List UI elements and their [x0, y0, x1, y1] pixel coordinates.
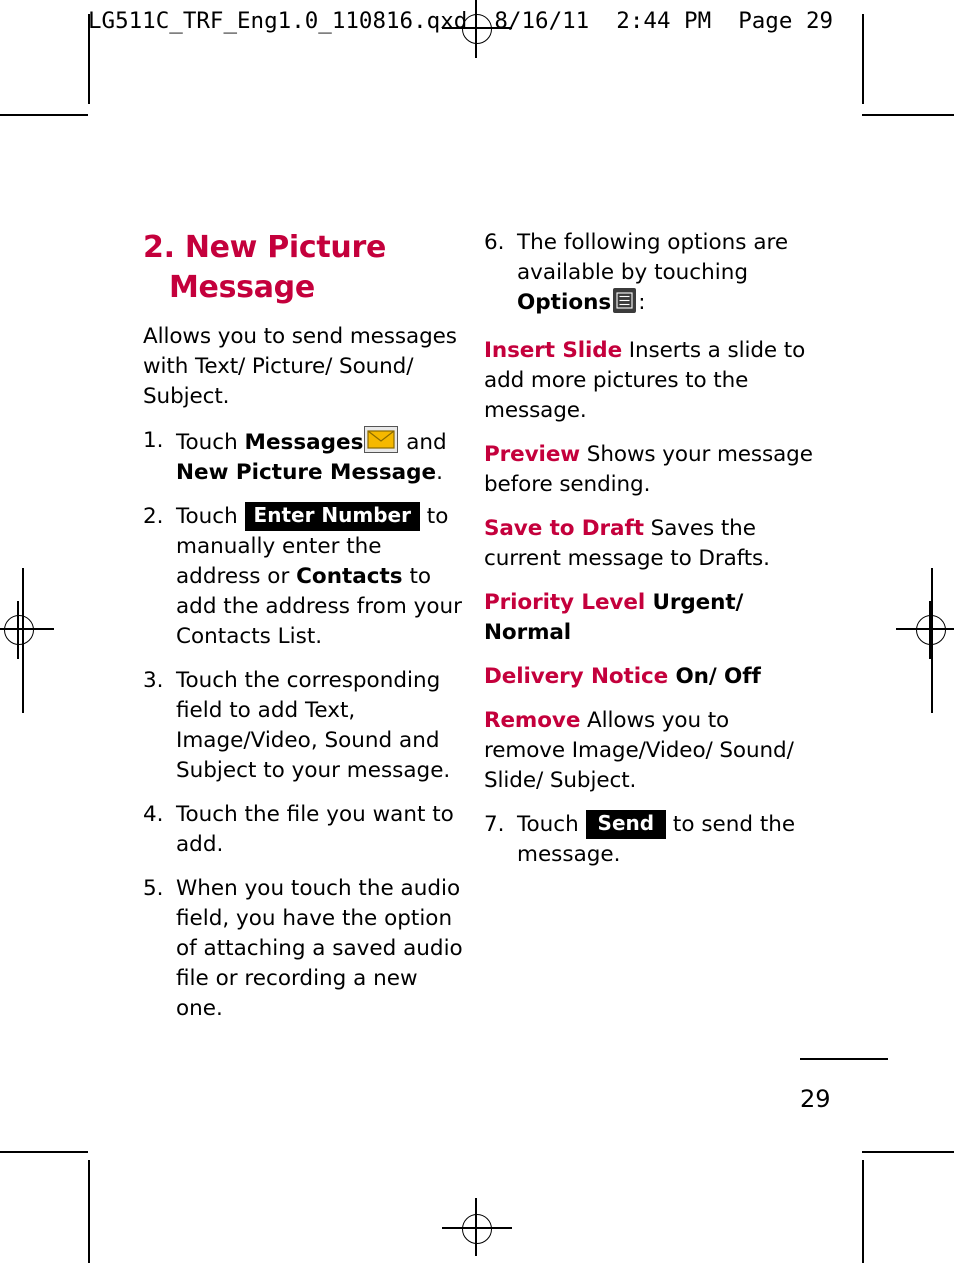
crop-mark-top-right-vertical: [862, 14, 864, 104]
send-button[interactable]: Send: [585, 810, 667, 839]
step-text-post: :: [638, 290, 646, 315]
step-text-pre: Touch: [176, 504, 245, 529]
registration-cross-right-horizontal: [896, 628, 954, 630]
step-bold-options: Options: [517, 290, 612, 315]
step-text-post: .: [436, 460, 443, 485]
registration-cross-left-horizontal: [0, 628, 54, 630]
crop-mark-right-bottom-horizontal: [862, 1151, 954, 1153]
section-heading-line1: 2. New Picture: [143, 230, 387, 265]
left-text-column: 2. New Picture Message Allows you to sen…: [143, 228, 463, 1038]
option-desc: On/ Off: [668, 664, 761, 689]
option-delivery-notice: Delivery Notice On/ Off: [484, 662, 814, 692]
list-item: 3. Touch the corresponding field to add …: [143, 666, 463, 786]
option-insert-slide: Insert Slide Inserts a slide to add more…: [484, 336, 814, 426]
registration-mark-top: [462, 14, 492, 44]
list-menu-icon: [613, 288, 637, 313]
registration-cross-left-vertical: [17, 601, 19, 659]
section-intro: Allows you to send messages with Text/ P…: [143, 324, 457, 409]
list-item: 5. When you touch the audio field, you h…: [143, 874, 463, 1024]
step-number: 1.: [143, 428, 164, 453]
option-preview: Preview Shows your message before sendin…: [484, 440, 814, 500]
step-text-pre: Touch: [176, 430, 245, 455]
list-item: 4. Touch the file you want to add.: [143, 800, 463, 860]
option-term: Preview: [484, 442, 581, 467]
step-text: When you touch the audio field, you have…: [176, 876, 463, 1021]
step-number: 3.: [143, 668, 164, 693]
registration-cross-bottom-horizontal: [442, 1227, 512, 1229]
step-text-pre: Touch: [517, 812, 586, 837]
step-number: 4.: [143, 802, 164, 827]
list-item: 1. Touch Messages and New Picture Messag…: [143, 426, 463, 488]
document-page: LG511C_TRF_Eng1.0_110816.qxd 8/16/11 2:4…: [0, 0, 954, 1263]
section-heading-line2: Message: [169, 270, 315, 305]
crop-mark-top-left-vertical: [88, 14, 90, 104]
step-text: Touch the file you want to add.: [176, 802, 454, 857]
option-term: Delivery Notice: [484, 664, 669, 689]
step-bold-new-picture-message: New Picture Message: [176, 460, 437, 485]
crop-mark-right-top-horizontal: [862, 114, 954, 116]
right-text-column: 6. The following options are available b…: [484, 228, 814, 884]
crop-mark-bottom-right-vertical: [862, 1160, 864, 1263]
page-number: 29: [800, 1085, 831, 1113]
steps-list-left: 1. Touch Messages and New Picture Messag…: [143, 426, 463, 1024]
option-term: Insert Slide: [484, 338, 623, 363]
option-remove: Remove Allows you to remove Image/Video/…: [484, 706, 814, 796]
step-text-pre: The following options are available by t…: [517, 230, 789, 285]
registration-cross-top-horizontal: [442, 27, 512, 29]
registration-cross-bottom-vertical: [475, 1198, 477, 1256]
step-bold-contacts: Contacts: [296, 564, 403, 589]
option-term: Priority Level: [484, 590, 646, 615]
crop-mark-left-top-horizontal: [0, 114, 88, 116]
page-number-rule: [800, 1058, 888, 1060]
list-item: 6. The following options are available b…: [484, 228, 814, 318]
step-text: Touch the corresponding field to add Tex…: [176, 668, 451, 783]
crop-mark-bottom-left-vertical: [88, 1160, 90, 1263]
step-number: 6.: [484, 230, 505, 255]
list-item: 2. Touch Enter Number to manually enter …: [143, 502, 463, 652]
registration-mark-bottom: [462, 1214, 492, 1244]
option-save-to-draft: Save to Draft Saves the current message …: [484, 514, 814, 574]
envelope-icon: [364, 426, 399, 453]
section-heading: 2. New Picture Message: [143, 228, 463, 308]
registration-mark-right: [916, 615, 946, 645]
registration-mark-left: [4, 615, 34, 645]
enter-number-button[interactable]: Enter Number: [244, 502, 420, 531]
step-number: 2.: [143, 504, 164, 529]
step-bold-messages: Messages: [244, 430, 364, 455]
step-number: 7.: [484, 812, 505, 837]
print-header: LG511C_TRF_Eng1.0_110816.qxd 8/16/11 2:4…: [88, 8, 834, 34]
list-item: 7. Touch Send to send the message.: [484, 810, 814, 870]
option-term: Save to Draft: [484, 516, 644, 541]
option-priority-level: Priority Level Urgent/ Normal: [484, 588, 814, 648]
step-text-mid: and: [399, 430, 447, 455]
registration-cross-right-vertical: [929, 601, 931, 659]
registration-cross-top-vertical: [475, 0, 477, 58]
option-term: Remove: [484, 708, 581, 733]
step-number: 5.: [143, 876, 164, 901]
crop-mark-left-bottom-horizontal: [0, 1151, 88, 1153]
